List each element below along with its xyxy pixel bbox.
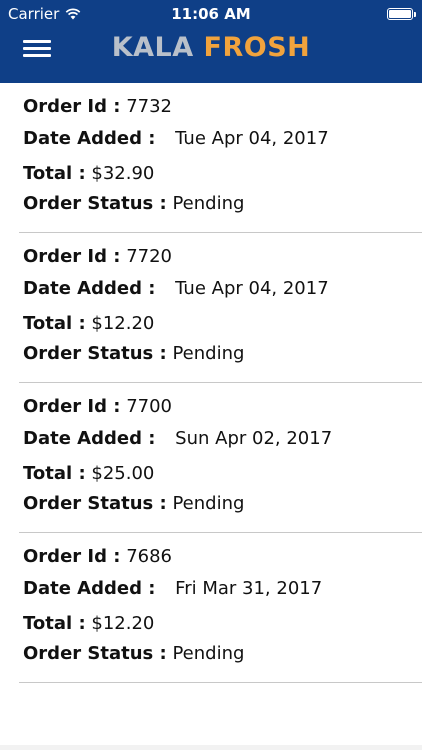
date-added-value: Sun Apr 02, 2017	[175, 428, 333, 449]
order-id-label: Order Id :	[23, 396, 121, 417]
date-added-row: Date Added : Tue Apr 04, 2017	[23, 278, 329, 299]
status-time: 11:06 AM	[171, 5, 251, 23]
order-status-value: Pending	[172, 493, 245, 514]
order-status-label: Order Status :	[23, 493, 167, 514]
date-added-row: Date Added : Tue Apr 04, 2017	[23, 128, 329, 149]
order-id-value: 7732	[126, 96, 173, 117]
date-added-value: Fri Mar 31, 2017	[175, 578, 323, 599]
order-status-row: Order Status : Pending	[23, 343, 244, 364]
total-value: $12.20	[91, 313, 155, 334]
brand-name-part1: KALA	[111, 32, 194, 63]
order-status-row: Order Status : Pending	[23, 193, 244, 214]
order-id-label: Order Id :	[23, 546, 121, 567]
total-row: Total : $12.20	[23, 313, 154, 334]
total-label: Total :	[23, 313, 86, 334]
total-value: $25.00	[91, 463, 155, 484]
order-status-label: Order Status :	[23, 343, 167, 364]
order-status-value: Pending	[172, 343, 245, 364]
app-header: Carrier 11:06 AM KALA FROSH	[0, 0, 422, 83]
total-value: $32.90	[91, 163, 155, 184]
order-card[interactable]: Order Id : 7720 Date Added : Tue Apr 04,…	[19, 233, 422, 383]
app-logo: KALA FROSH	[0, 32, 422, 63]
order-card[interactable]: Order Id : 7732 Date Added : Tue Apr 04,…	[19, 83, 422, 233]
date-added-label: Date Added :	[23, 278, 156, 299]
order-status-value: Pending	[172, 643, 245, 664]
battery-icon	[387, 8, 416, 20]
date-added-label: Date Added :	[23, 428, 156, 449]
total-row: Total : $32.90	[23, 163, 154, 184]
date-added-row: Date Added : Fri Mar 31, 2017	[23, 578, 322, 599]
order-status-label: Order Status :	[23, 643, 167, 664]
date-added-label: Date Added :	[23, 128, 156, 149]
total-label: Total :	[23, 613, 86, 634]
total-label: Total :	[23, 163, 86, 184]
date-added-value: Tue Apr 04, 2017	[175, 278, 329, 299]
total-label: Total :	[23, 463, 86, 484]
date-added-label: Date Added :	[23, 578, 156, 599]
order-id-row: Order Id : 7700	[23, 396, 172, 417]
order-status-label: Order Status :	[23, 193, 167, 214]
order-status-row: Order Status : Pending	[23, 493, 244, 514]
order-id-label: Order Id :	[23, 246, 121, 267]
brand-name-part2: FROSH	[203, 32, 311, 63]
order-id-value: 7686	[126, 546, 173, 567]
order-id-row: Order Id : 7720	[23, 246, 172, 267]
order-status-value: Pending	[172, 193, 245, 214]
total-value: $12.20	[91, 613, 155, 634]
date-added-value: Tue Apr 04, 2017	[175, 128, 329, 149]
order-card[interactable]: Order Id : 7686 Date Added : Fri Mar 31,…	[19, 533, 422, 683]
date-added-row: Date Added : Sun Apr 02, 2017	[23, 428, 332, 449]
order-id-value: 7700	[126, 396, 173, 417]
total-row: Total : $25.00	[23, 463, 154, 484]
bottom-edge	[0, 745, 422, 750]
total-row: Total : $12.20	[23, 613, 154, 634]
order-card[interactable]: Order Id : 7700 Date Added : Sun Apr 02,…	[19, 383, 422, 533]
order-id-value: 7720	[126, 246, 173, 267]
status-bar: Carrier 11:06 AM	[0, 0, 422, 30]
order-id-row: Order Id : 7732	[23, 96, 172, 117]
order-list: Order Id : 7732 Date Added : Tue Apr 04,…	[0, 83, 422, 683]
order-id-row: Order Id : 7686	[23, 546, 172, 567]
order-status-row: Order Status : Pending	[23, 643, 244, 664]
order-id-label: Order Id :	[23, 96, 121, 117]
